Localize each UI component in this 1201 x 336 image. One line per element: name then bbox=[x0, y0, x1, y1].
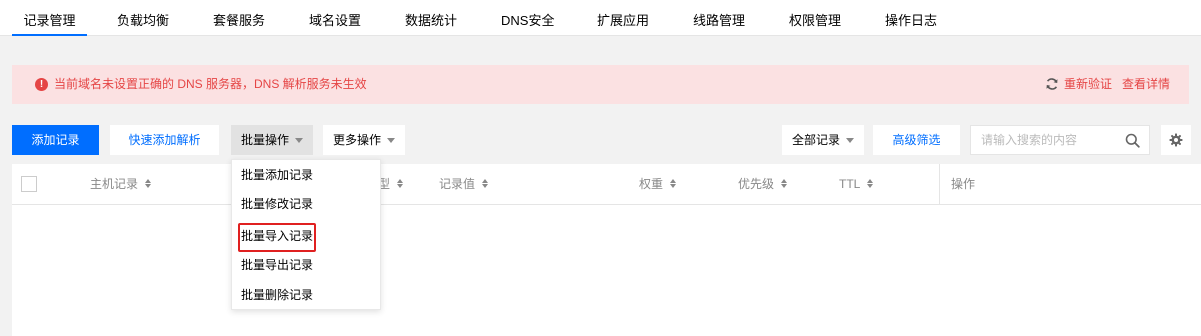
highlight-box bbox=[238, 223, 316, 252]
view-details-link[interactable]: 查看详情 bbox=[1122, 65, 1170, 104]
refresh-icon[interactable] bbox=[1045, 77, 1059, 91]
more-operations-label: 更多操作 bbox=[332, 133, 381, 147]
exclamation-circle-icon: ! bbox=[35, 78, 48, 91]
batch-operations-label: 批量操作 bbox=[240, 133, 289, 147]
sort-icon bbox=[397, 179, 404, 189]
top-tab-bar: 记录管理 负载均衡 套餐服务 域名设置 数据统计 DNS安全 扩展应用 线路管理… bbox=[0, 0, 1201, 36]
column-divider bbox=[939, 164, 940, 205]
tab-statistics[interactable]: 数据统计 bbox=[405, 0, 457, 36]
tab-dns-security[interactable]: DNS安全 bbox=[501, 0, 554, 36]
menu-item-batch-delete[interactable]: 批量删除记录 bbox=[241, 283, 313, 307]
gear-icon bbox=[1169, 133, 1183, 147]
quick-add-button[interactable]: 快速添加解析 bbox=[110, 125, 219, 155]
col-weight[interactable]: 权重 bbox=[639, 164, 677, 205]
sort-icon bbox=[867, 179, 874, 189]
sort-icon bbox=[670, 179, 677, 189]
record-filter-select[interactable]: 全部记录 bbox=[782, 125, 864, 155]
record-filter-value: 全部记录 bbox=[791, 133, 840, 147]
tab-record-management[interactable]: 记录管理 bbox=[12, 0, 87, 36]
menu-item-batch-add[interactable]: 批量添加记录 bbox=[241, 163, 313, 187]
tab-plan-service[interactable]: 套餐服务 bbox=[213, 0, 265, 36]
col-ttl[interactable]: TTL bbox=[839, 164, 874, 205]
search-input[interactable] bbox=[971, 126, 1121, 154]
col-record-value[interactable]: 记录值 bbox=[439, 164, 489, 205]
revalidate-link[interactable]: 重新验证 bbox=[1064, 65, 1112, 104]
chevron-down-icon bbox=[846, 138, 854, 143]
col-operations: 操作 bbox=[951, 177, 976, 191]
more-operations-button[interactable]: 更多操作 bbox=[323, 125, 405, 155]
records-table: 主机记录 记录类型 记录值 权重 优先级 TTL 操作 bbox=[12, 164, 1201, 336]
alert-message: 当前域名未设置正确的 DNS 服务器，DNS 解析服务未生效 bbox=[54, 77, 367, 91]
chevron-down-icon bbox=[387, 138, 395, 143]
sort-icon bbox=[145, 179, 152, 189]
select-all-checkbox[interactable] bbox=[21, 176, 37, 192]
sort-icon bbox=[482, 179, 489, 189]
dns-warning-banner: ! 当前域名未设置正确的 DNS 服务器，DNS 解析服务未生效 重新验证 查看… bbox=[12, 65, 1189, 104]
settings-button[interactable] bbox=[1161, 125, 1191, 155]
tab-extensions[interactable]: 扩展应用 bbox=[597, 0, 649, 36]
tab-domain-settings[interactable]: 域名设置 bbox=[309, 0, 361, 36]
tab-line-management[interactable]: 线路管理 bbox=[693, 0, 745, 36]
batch-operations-menu: 批量添加记录 批量修改记录 批量导入记录 批量导出记录 批量删除记录 bbox=[231, 159, 381, 310]
menu-item-batch-export[interactable]: 批量导出记录 bbox=[241, 253, 313, 277]
col-host-record[interactable]: 主机记录 bbox=[90, 164, 152, 205]
menu-item-batch-modify[interactable]: 批量修改记录 bbox=[241, 192, 313, 216]
tab-load-balancing[interactable]: 负载均衡 bbox=[117, 0, 169, 36]
advanced-filter-button[interactable]: 高级筛选 bbox=[873, 125, 960, 155]
sort-icon bbox=[781, 179, 788, 189]
chevron-down-icon bbox=[295, 138, 303, 143]
tab-operation-log[interactable]: 操作日志 bbox=[885, 0, 937, 36]
col-priority[interactable]: 优先级 bbox=[738, 164, 788, 205]
tab-permissions[interactable]: 权限管理 bbox=[789, 0, 841, 36]
search-icon[interactable] bbox=[1125, 133, 1140, 148]
add-record-button[interactable]: 添加记录 bbox=[12, 125, 99, 155]
table-header: 主机记录 记录类型 记录值 权重 优先级 TTL 操作 bbox=[12, 164, 1201, 205]
batch-operations-button[interactable]: 批量操作 bbox=[231, 125, 313, 155]
search-box bbox=[970, 125, 1150, 155]
